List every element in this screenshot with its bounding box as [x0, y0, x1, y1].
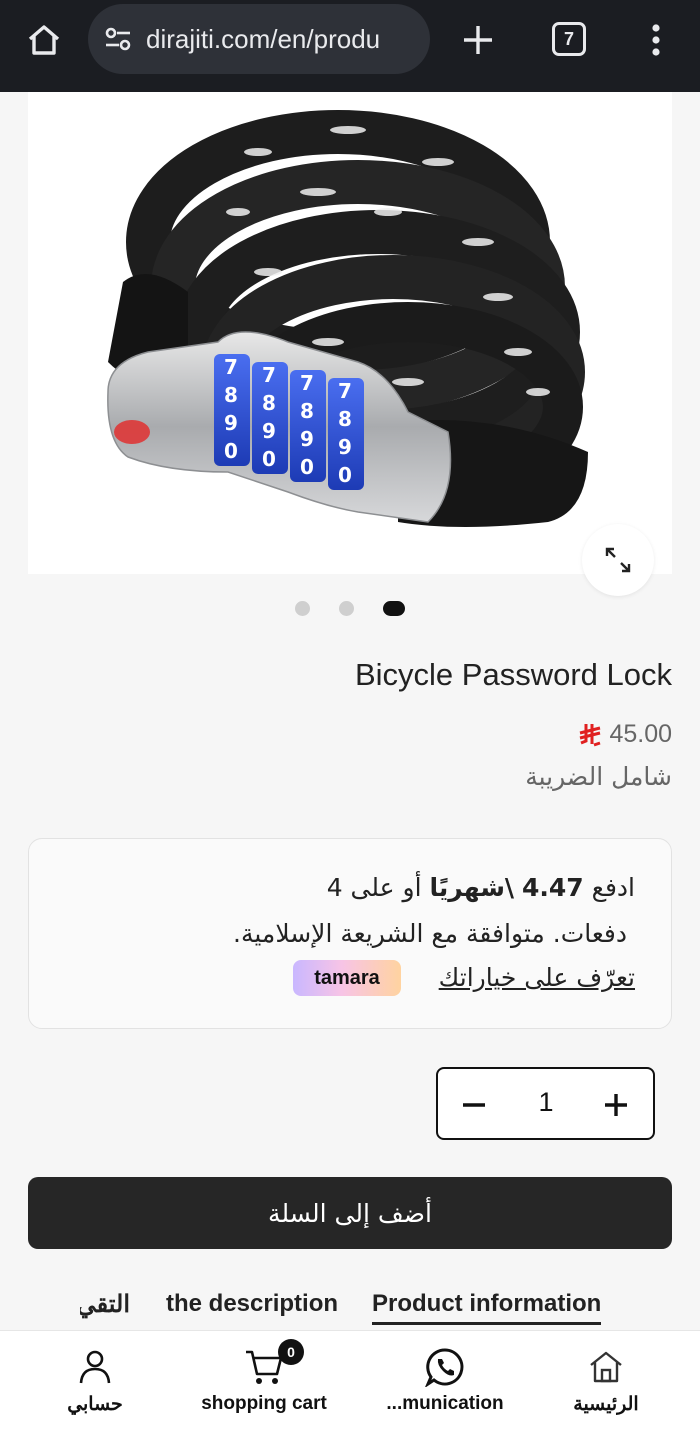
home-icon[interactable] — [20, 18, 68, 62]
monthly-suffix: \شهريًا — [429, 873, 515, 902]
svg-text:0: 0 — [300, 455, 314, 479]
nav-cart-label: shopping cart — [201, 1393, 327, 1414]
carousel-dot-active[interactable] — [383, 601, 405, 616]
svg-text:7: 7 — [262, 363, 276, 387]
tab-reviews[interactable]: التقي — [80, 1290, 130, 1319]
svg-text:9: 9 — [338, 435, 352, 459]
svg-text:9: 9 — [300, 427, 314, 451]
image-carousel-indicators — [0, 598, 700, 618]
svg-text:0: 0 — [262, 447, 276, 471]
user-icon — [75, 1347, 115, 1387]
increase-quantity-button[interactable] — [594, 1083, 638, 1127]
kebab-menu-icon[interactable] — [636, 18, 676, 62]
tamara-logo: tamara — [293, 960, 401, 996]
svg-text:7: 7 — [300, 371, 314, 395]
expand-image-button[interactable] — [582, 524, 654, 596]
tamara-offer-line: ادفع 4.47 \شهريًا أو على 4 — [326, 873, 635, 902]
saudi-riyal-icon — [580, 723, 601, 746]
svg-text:9: 9 — [224, 411, 238, 435]
decrease-quantity-button[interactable] — [452, 1083, 496, 1127]
add-to-cart-button[interactable]: أضف إلى السلة — [28, 1177, 672, 1249]
new-tab-icon[interactable] — [456, 18, 500, 62]
tab-description[interactable]: the description — [166, 1290, 338, 1318]
nav-account[interactable]: حسابي — [60, 1331, 130, 1429]
product-image[interactable]: 7890 7890 7890 7890 — [28, 92, 672, 574]
svg-text:0: 0 — [224, 439, 238, 463]
svg-text:9: 9 — [262, 419, 276, 443]
minus-icon — [463, 1103, 485, 1107]
cable-lock-illustration: 7890 7890 7890 7890 — [107, 110, 588, 527]
monthly-amount: 4.47 — [522, 873, 584, 902]
svg-text:7: 7 — [224, 355, 238, 379]
expand-icon — [605, 547, 631, 573]
svg-text:8: 8 — [338, 407, 352, 431]
nav-communication[interactable]: ...munication — [380, 1331, 510, 1429]
carousel-dot[interactable] — [339, 601, 354, 616]
tamara-learn-more-link[interactable]: تعرّف على خياراتك — [439, 963, 635, 992]
tamara-sharia-note: دفعات. متوافقة مع الشريعة الإسلامية. — [233, 919, 627, 948]
svg-text:8: 8 — [224, 383, 238, 407]
tax-included-note: شامل الضريبة — [525, 762, 672, 791]
tab-switcher-button[interactable]: 7 — [552, 22, 586, 56]
whatsapp-icon — [425, 1347, 465, 1387]
nav-home[interactable]: الرئيسية — [566, 1331, 646, 1429]
tamara-installments-box: ادفع 4.47 \شهريًا أو على 4 دفعات. متوافق… — [28, 838, 672, 1029]
nav-communication-label: ...munication — [386, 1393, 504, 1414]
nav-cart[interactable]: 0 shopping cart — [194, 1331, 334, 1429]
cart-count-badge: 0 — [278, 1339, 304, 1365]
url-text: dirajiti.com/en/produ — [146, 23, 381, 54]
product-title: Bicycle Password Lock — [354, 657, 672, 692]
plus-icon — [605, 1094, 627, 1116]
carousel-dot[interactable] — [295, 601, 310, 616]
address-bar[interactable]: dirajiti.com/en/produ — [88, 4, 430, 74]
svg-text:8: 8 — [262, 391, 276, 415]
browser-toolbar: dirajiti.com/en/produ 7 — [0, 0, 700, 92]
svg-text:7: 7 — [338, 379, 352, 403]
nav-home-label: الرئيسية — [573, 1394, 639, 1415]
quantity-stepper: 1 — [436, 1067, 655, 1140]
bottom-navigation: حسابي 0 shopping cart ...munication الرئ… — [0, 1330, 700, 1429]
cart-icon: 0 — [244, 1339, 304, 1387]
home-icon — [586, 1347, 626, 1387]
price-value: 45.00 — [609, 720, 672, 748]
quantity-value[interactable]: 1 — [518, 1087, 574, 1118]
svg-text:8: 8 — [300, 399, 314, 423]
site-settings-icon[interactable] — [102, 23, 134, 55]
nav-account-label: حسابي — [67, 1394, 123, 1415]
product-tabs: Product information the description التق… — [0, 1290, 700, 1330]
tab-product-information[interactable]: Product information — [372, 1290, 602, 1325]
svg-text:0: 0 — [338, 463, 352, 487]
price: 45.00 — [577, 720, 672, 749]
